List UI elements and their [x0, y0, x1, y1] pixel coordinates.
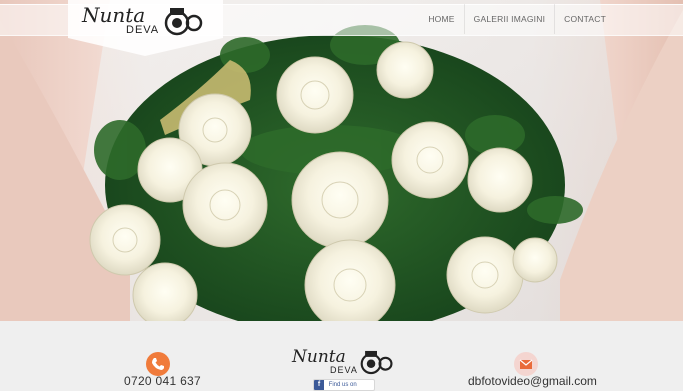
footer-camera-icon	[360, 350, 393, 375]
facebook-label: Find us on	[328, 382, 357, 388]
facebook-button[interactable]: f Find us on	[313, 379, 375, 391]
facebook-icon: f	[314, 380, 324, 390]
mail-glyph	[519, 359, 533, 369]
footer-logo-title: Nunta	[292, 347, 346, 367]
footer-logo-subtitle: DEVA	[330, 365, 358, 375]
camera-icon	[164, 8, 203, 36]
footer-logo: Nunta DEVA	[292, 347, 396, 379]
nav-contact[interactable]: CONTACT	[554, 4, 615, 34]
hero-image: Nunta DEVA HOME GALERII IMAGINI CONTACT	[0, 0, 683, 321]
mail-icon[interactable]	[514, 352, 538, 376]
phone-glyph	[152, 358, 164, 370]
nav-home[interactable]: HOME	[419, 4, 463, 34]
logo-subtitle: DEVA	[126, 24, 160, 36]
phone-number[interactable]: 0720 041 637	[124, 374, 201, 388]
nav-galerii-imagini[interactable]: GALERII IMAGINI	[463, 4, 555, 34]
phone-icon[interactable]	[146, 352, 170, 376]
logo-badge[interactable]: Nunta DEVA	[68, 0, 223, 58]
main-nav: HOME GALERII IMAGINI CONTACT	[419, 4, 615, 34]
email-address[interactable]: dbfotovideo@gmail.com	[468, 374, 597, 388]
